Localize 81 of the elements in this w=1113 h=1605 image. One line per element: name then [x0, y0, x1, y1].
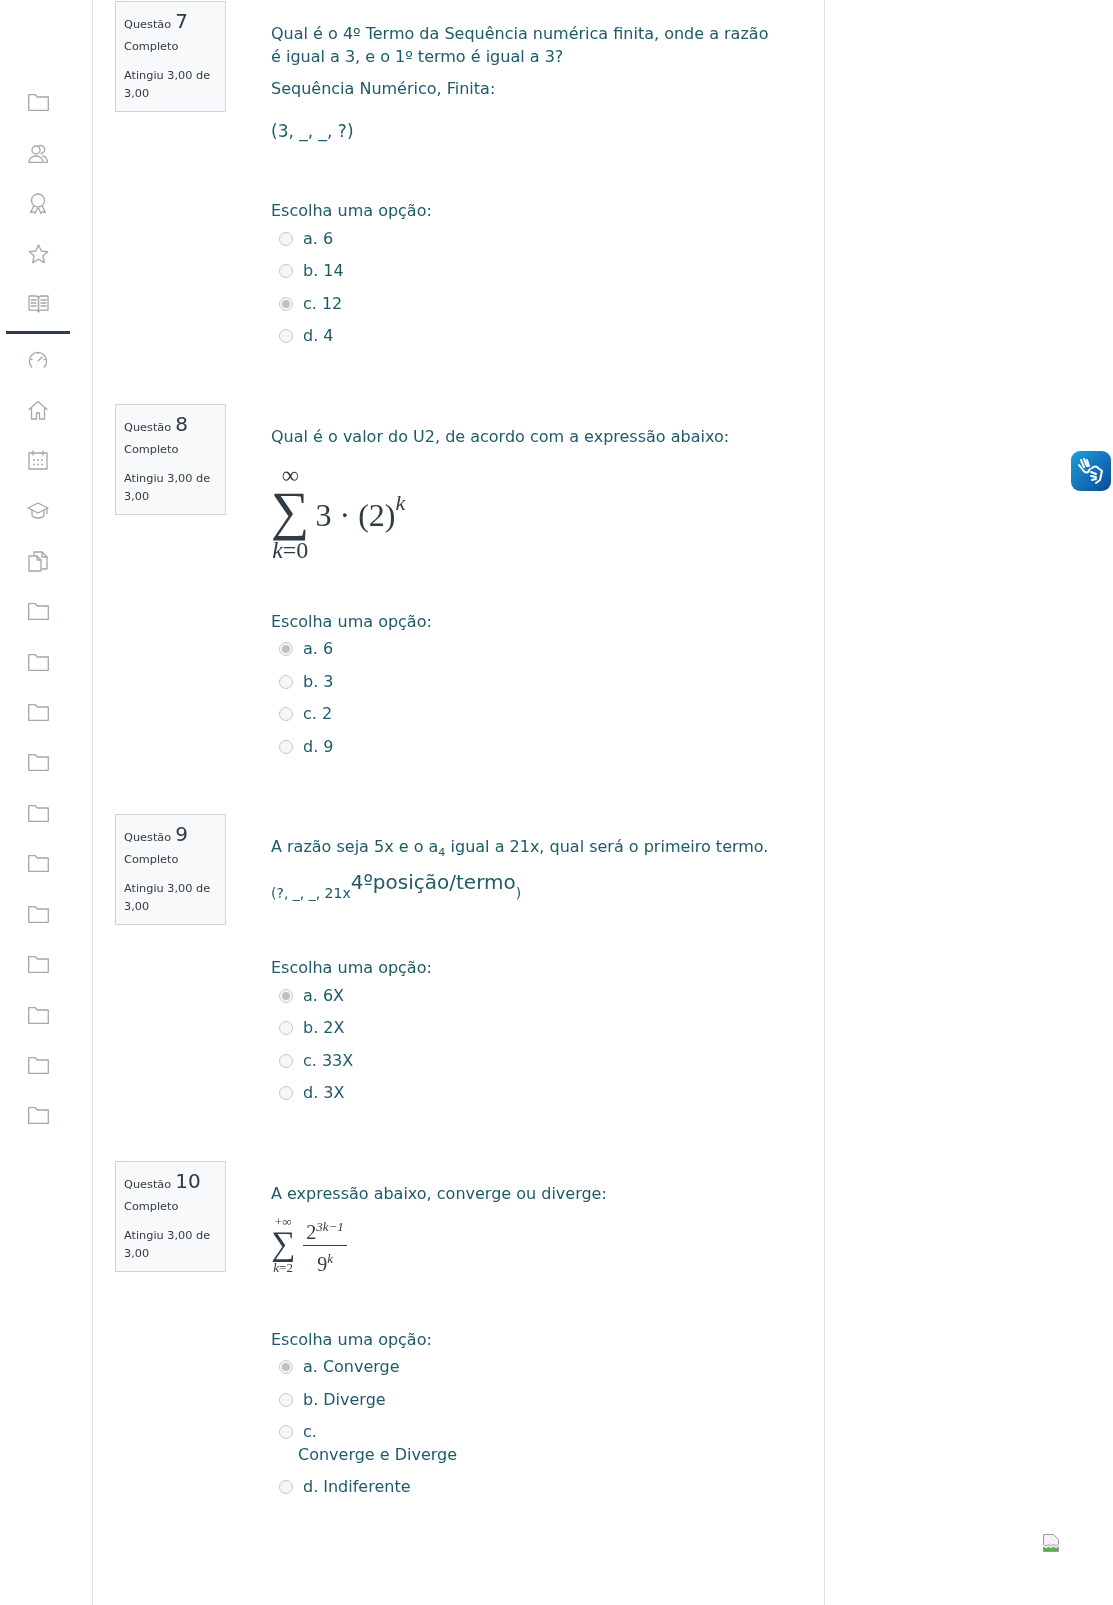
- folder-icon[interactable]: [27, 855, 49, 873]
- documents-icon[interactable]: [28, 550, 48, 572]
- question-label: Questão: [124, 830, 172, 846]
- option-label[interactable]: c. 2: [303, 703, 333, 726]
- radio-button[interactable]: [279, 1021, 293, 1035]
- question-text: A expressão abaixo, converge ou diverge:: [271, 1182, 607, 1205]
- radio-button[interactable]: [279, 1360, 293, 1374]
- question-status: Completo: [124, 1198, 180, 1215]
- gauge-icon[interactable]: [28, 350, 48, 369]
- radio-button[interactable]: [279, 1425, 293, 1439]
- option-label[interactable]: a. 6X: [303, 984, 345, 1007]
- question-number: 8: [175, 411, 188, 436]
- book-icon[interactable]: [27, 294, 49, 314]
- option-label[interactable]: d. 4: [303, 325, 334, 348]
- folder-icon[interactable]: [27, 754, 49, 772]
- question-grade: Atingiu 3,00 de 3,00: [124, 68, 212, 102]
- sequence-expression: (3, _, _, ?): [271, 119, 354, 143]
- radio-button[interactable]: [279, 739, 293, 754]
- option-label[interactable]: a. 6: [303, 638, 334, 661]
- radio-button[interactable]: [279, 329, 293, 343]
- radio-button[interactable]: [279, 988, 293, 1003]
- folder-icon[interactable]: [27, 93, 49, 111]
- radio-button[interactable]: [279, 296, 293, 311]
- question-grade: Atingiu 3,00 de 3,00: [124, 881, 212, 915]
- folder-icon[interactable]: [27, 804, 49, 822]
- folder-icon[interactable]: [27, 603, 49, 621]
- option-label[interactable]: a. 6: [303, 227, 334, 250]
- option-label[interactable]: b. 3: [303, 670, 334, 693]
- radio-button[interactable]: [279, 674, 293, 689]
- question-status: Completo: [124, 852, 180, 868]
- question-status: Completo: [124, 441, 180, 458]
- radio-button[interactable]: [279, 642, 293, 656]
- folder-icon[interactable]: [27, 1006, 49, 1024]
- folder-icon[interactable]: [27, 905, 49, 923]
- answer-prompt: Escolha uma opção:: [271, 200, 432, 222]
- option-label[interactable]: c. 12: [303, 292, 343, 315]
- answer-prompt: Escolha uma opção:: [271, 957, 432, 979]
- radio-button[interactable]: [279, 1392, 293, 1407]
- math-formula: ∞ ∑ k=0 3 · (2)$^{k}$: [271, 466, 406, 563]
- radio-button[interactable]: [279, 1480, 293, 1494]
- option-label[interactable]: b. Diverge: [303, 1388, 386, 1411]
- option-label[interactable]: b. 2X: [303, 1017, 345, 1040]
- question-text: A razão seja 5x e o a$_{4}$ igual a 21x, qual será o primeiro termo.: [271, 836, 769, 859]
- folder-icon[interactable]: [27, 703, 49, 721]
- answer-prompt: Escolha uma opção:: [271, 610, 432, 633]
- star-icon[interactable]: [27, 243, 49, 264]
- hands-icon[interactable]: [1071, 451, 1111, 491]
- radio-button[interactable]: [279, 1086, 293, 1100]
- option-label[interactable]: d. 9: [303, 735, 334, 758]
- radio-button[interactable]: [279, 1053, 293, 1068]
- folder-icon[interactable]: [27, 956, 49, 974]
- question-number: 7: [175, 9, 188, 33]
- folder-icon[interactable]: [27, 1057, 49, 1075]
- option-label[interactable]: b. 14: [303, 260, 344, 283]
- question-text: Qual é o 4º Termo da Sequência numérica finita, onde a razão é igual a 3, e o 1º termo é igual a 3?: [271, 23, 770, 68]
- broken-image-icon: [1043, 1534, 1059, 1552]
- question-grade: Atingiu 3,00 de 3,00: [124, 1227, 212, 1262]
- folder-icon[interactable]: [27, 1107, 49, 1125]
- question-label: Questão: [124, 17, 172, 33]
- users-icon[interactable]: [28, 142, 48, 163]
- calendar-icon[interactable]: [28, 450, 48, 471]
- question-grade: Atingiu 3,00 de 3,00: [124, 470, 212, 505]
- radio-button[interactable]: [279, 264, 293, 278]
- question-status: Completo: [124, 39, 180, 55]
- radio-button[interactable]: [279, 707, 293, 721]
- folder-icon[interactable]: [27, 653, 49, 671]
- question-label: Questão: [124, 419, 172, 436]
- option-label[interactable]: c. 33X: [303, 1049, 354, 1072]
- option-label[interactable]: a. Converge: [303, 1356, 400, 1379]
- answer-prompt: Escolha uma opção:: [271, 1328, 432, 1351]
- option-label[interactable]: d. 3X: [303, 1082, 345, 1105]
- option-label[interactable]: d. Indiferente: [303, 1476, 411, 1499]
- award-icon[interactable]: [29, 192, 47, 214]
- question-number: 9: [175, 822, 188, 846]
- question-label: Questão: [124, 1176, 172, 1193]
- question-number: 10: [175, 1168, 201, 1193]
- question-text: Qual é o valor do U2, de acordo com a expressão abaixo:: [271, 425, 730, 448]
- graduation-cap-icon[interactable]: [27, 502, 49, 520]
- question-text: Sequência Numérico, Finita:: [271, 78, 496, 100]
- radio-button[interactable]: [279, 231, 293, 246]
- home-icon[interactable]: [28, 399, 48, 420]
